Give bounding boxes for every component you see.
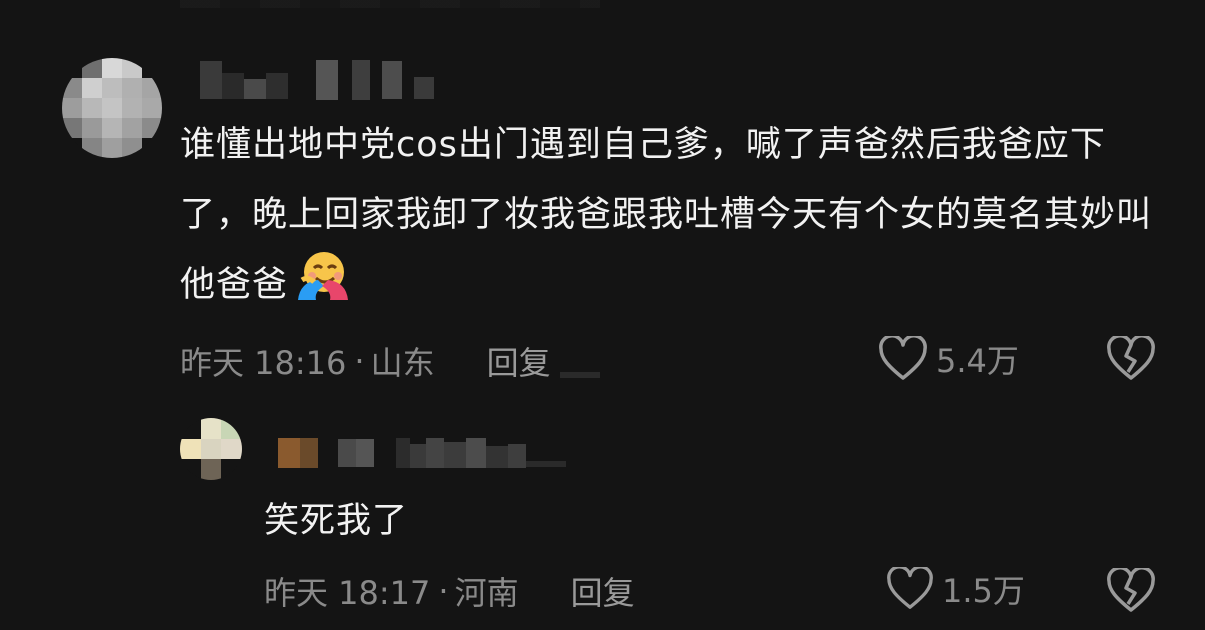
comment-location: 山东 <box>370 344 435 382</box>
meta-separator: · <box>438 572 449 610</box>
reply-reply-button[interactable]: 回复 <box>571 568 635 614</box>
commenter-avatar[interactable] <box>62 58 162 158</box>
hugging-face-emoji-icon <box>294 250 350 326</box>
comment-time: 昨天 18:16 <box>180 344 347 382</box>
like-count: 5.4万 <box>936 342 1019 380</box>
reply-text: 笑死我了 <box>264 501 409 541</box>
reply-like-count: 1.5万 <box>942 572 1025 610</box>
dislike-button[interactable] <box>1106 334 1156 386</box>
previous-content-edge <box>180 0 600 8</box>
reply-time: 昨天 18:17 <box>264 574 431 612</box>
comment-text: 谁懂出地中党cos出门遇到自己爹，喊了声爸然后我爸应下了，晚上回家我卸了妆我爸跟… <box>180 110 1170 326</box>
replier-avatar[interactable] <box>180 418 242 480</box>
comment-thread: 谁懂出地中党cos出门遇到自己爹，喊了声爸然后我爸应下了，晚上回家我卸了妆我爸跟… <box>0 0 1205 630</box>
reply-meta: 昨天 18:17 · 河南 回复 <box>264 568 635 614</box>
broken-heart-icon <box>1107 566 1155 612</box>
broken-heart-icon <box>1107 334 1155 380</box>
heart-outline-icon <box>887 567 933 609</box>
like-button[interactable]: 5.4万 <box>878 336 1019 382</box>
meta-separator: · <box>354 342 365 380</box>
comment-meta: 昨天 18:16 · 山东 回复 <box>180 338 551 384</box>
reply-location: 河南 <box>454 574 519 612</box>
reply-like-button[interactable]: 1.5万 <box>886 566 1025 612</box>
replier-username-blurred[interactable] <box>278 436 566 470</box>
reply-button[interactable]: 回复 <box>487 338 551 384</box>
blurred-fragment <box>560 372 600 378</box>
commenter-username-blurred[interactable] <box>200 60 434 100</box>
reply-dislike-button[interactable] <box>1106 566 1156 618</box>
heart-outline-icon <box>879 336 927 380</box>
